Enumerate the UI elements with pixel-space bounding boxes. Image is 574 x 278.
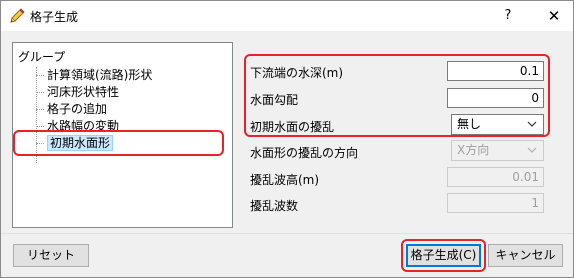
disturbance-amplitude-label: 擾乱波高(m) <box>250 173 320 187</box>
tree-item-add-grid[interactable]: 格子の追加 <box>36 101 107 118</box>
tree-item-width-variation[interactable]: 水路幅の変動 <box>36 118 119 135</box>
disturbance-direction-value: X方向 <box>457 143 490 157</box>
window-title: 格子生成 <box>30 10 79 24</box>
initial-disturbance-select[interactable]: 無し <box>451 114 544 135</box>
disturbance-direction-label: 水面形の擾乱の方向 <box>250 146 359 160</box>
grid-generation-dialog: 格子生成 ? ✕ グループ 計算領域(流路)形状 河床形状特性 格子の追加 水路… <box>0 0 574 278</box>
tree-item-label: 水路幅の変動 <box>47 119 120 133</box>
disturbance-amplitude-input[interactable]: 0.01 <box>447 167 544 187</box>
downstream-depth-label: 下流端の水深(m) <box>250 66 344 80</box>
surface-slope-label: 水面勾配 <box>250 93 299 107</box>
surface-slope-input[interactable]: 0 <box>447 88 544 108</box>
group-tree[interactable]: グループ 計算領域(流路)形状 河床形状特性 格子の追加 水路幅の変動 初期水面… <box>12 42 233 228</box>
tree-item-label: 初期水面形 <box>47 135 114 151</box>
chevron-down-icon <box>527 147 537 153</box>
tree-item-label: 河床形状特性 <box>47 85 120 99</box>
tree-item-label: 格子の追加 <box>47 102 108 116</box>
downstream-depth-input[interactable]: 0.1 <box>447 61 544 81</box>
tree-item-initial-water-surface[interactable]: 初期水面形 <box>36 135 114 152</box>
generate-grid-button[interactable]: 格子生成(C) <box>406 244 481 267</box>
cancel-button[interactable]: キャンセル <box>488 244 563 267</box>
disturbance-direction-select[interactable]: X方向 <box>451 140 544 161</box>
button-bar-divider <box>1 233 573 234</box>
reset-button[interactable]: リセット <box>13 244 89 267</box>
tree-root-label: グループ <box>18 50 66 64</box>
pencil-icon <box>10 8 25 23</box>
initial-disturbance-value: 無し <box>457 117 482 131</box>
help-button[interactable]: ? <box>491 4 525 28</box>
close-button[interactable]: ✕ <box>537 4 571 28</box>
tree-item-domain-shape[interactable]: 計算領域(流路)形状 <box>36 67 152 84</box>
chevron-down-icon <box>527 121 537 127</box>
initial-disturbance-label: 初期水面の擾乱 <box>250 120 335 134</box>
title-bar: 格子生成 ? ✕ <box>1 1 573 31</box>
disturbance-wavenumber-input[interactable]: 1 <box>447 193 544 213</box>
disturbance-wavenumber-label: 擾乱波数 <box>250 199 299 213</box>
tree-item-bed-shape[interactable]: 河床形状特性 <box>36 84 119 101</box>
tree-item-label: 計算領域(流路)形状 <box>47 68 153 82</box>
